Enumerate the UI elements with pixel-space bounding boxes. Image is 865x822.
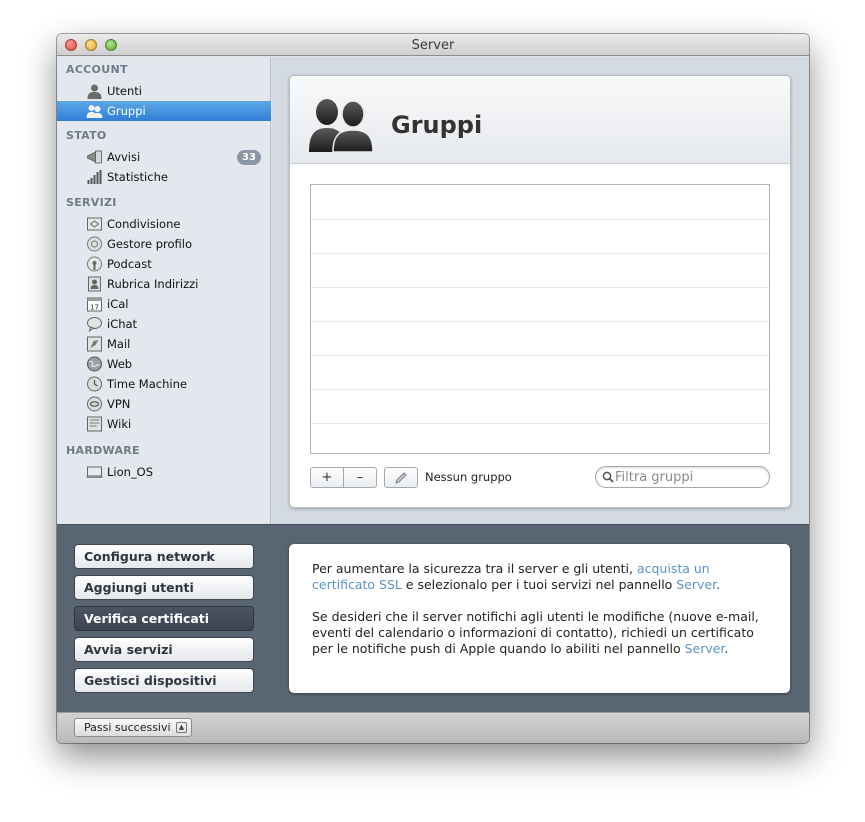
sidebar-item-label: Rubrica Indirizzi xyxy=(107,277,199,291)
sidebar-item[interactable]: Gestore profilo xyxy=(57,234,271,254)
file-sharing-icon xyxy=(87,217,102,231)
user-icon xyxy=(87,84,102,99)
sidebar-item-label: Gruppi xyxy=(107,104,146,118)
sidebar-item-label: Mail xyxy=(107,337,131,351)
remove-group-button[interactable]: – xyxy=(343,467,377,488)
main-content: Gruppi + – Nessun gruppo xyxy=(272,57,809,524)
sidebar-item-label: Wiki xyxy=(107,417,132,431)
alerts-count-badge: 33 xyxy=(237,150,261,165)
sidebar-item[interactable]: Lion_OS xyxy=(57,462,271,482)
vpn-icon xyxy=(87,396,102,412)
sidebar-item[interactable]: Rubrica Indirizzi xyxy=(57,274,271,294)
sidebar-item[interactable]: Wiki xyxy=(57,414,271,434)
sidebar-section-header: STATO xyxy=(66,129,107,142)
group-icon xyxy=(86,105,103,118)
group-silhouette-icon xyxy=(309,99,374,152)
server-computer-icon xyxy=(86,466,103,478)
info-paragraph-ssl: Per aumentare la sicurezza tra il server… xyxy=(312,561,767,593)
megaphone-icon xyxy=(87,150,102,164)
info-text: . xyxy=(724,641,729,656)
sidebar-item[interactable]: iChat xyxy=(57,314,271,334)
time-machine-icon xyxy=(87,376,102,392)
add-group-button[interactable]: + xyxy=(310,467,344,488)
list-row-separator xyxy=(311,219,769,220)
list-row-separator xyxy=(311,355,769,356)
sidebar-item[interactable]: Podcast xyxy=(57,254,271,274)
next-step-action-button[interactable]: Gestisci dispositivi xyxy=(74,668,254,693)
sidebar-item[interactable]: Time Machine xyxy=(57,374,271,394)
profile-manager-icon xyxy=(87,236,102,252)
sidebar-section-header: ACCOUNT xyxy=(66,63,128,76)
disclosure-caret-icon: ▲ xyxy=(176,722,187,733)
title-bar: Server xyxy=(57,34,809,56)
info-text: . xyxy=(716,577,721,592)
sidebar-item[interactable]: VPN xyxy=(57,394,271,414)
sidebar-item-label: Podcast xyxy=(107,257,152,271)
sidebar-item[interactable]: Avvisi 33 xyxy=(57,147,271,167)
sidebar-item-label: Statistiche xyxy=(107,170,168,184)
filter-groups-field[interactable] xyxy=(595,466,770,488)
calendar-icon: 17 xyxy=(87,297,102,312)
sidebar-item-label: Lion_OS xyxy=(107,465,154,479)
globe-icon xyxy=(87,356,102,372)
next-steps-toggle-button[interactable]: Passi successivi ▲ xyxy=(74,718,192,737)
server-panel-link-2[interactable]: Server xyxy=(685,641,725,656)
filter-groups-input[interactable] xyxy=(615,468,765,486)
chat-bubble-icon xyxy=(87,317,102,332)
podcast-icon xyxy=(87,256,102,272)
edit-group-button[interactable] xyxy=(384,467,418,488)
sidebar-section-header: SERVIZI xyxy=(66,196,117,209)
sidebar-item-label: Condivisione xyxy=(107,217,181,231)
groups-list[interactable] xyxy=(310,184,770,454)
sidebar: ACCOUNT Utenti Gruppi STATO Avvisi 33 Statisti… xyxy=(57,57,271,524)
info-paragraph-push: Se desideri che il server notifichi agli… xyxy=(312,609,767,657)
sidebar-item[interactable]: Statistiche xyxy=(57,167,271,187)
sidebar-item-label: Avvisi xyxy=(107,150,141,164)
pencil-icon xyxy=(395,472,407,484)
mail-icon xyxy=(87,336,102,352)
sidebar-item-label: Utenti xyxy=(107,84,142,98)
bottom-bar: Passi successivi ▲ xyxy=(57,712,809,743)
server-panel-link[interactable]: Server xyxy=(676,577,716,592)
sidebar-item[interactable]: Utenti xyxy=(57,81,271,101)
sidebar-item-label: iChat xyxy=(107,317,138,331)
next-step-action-button[interactable]: Configura network xyxy=(74,544,254,569)
sidebar-item[interactable]: 17 iCal xyxy=(57,294,271,314)
groups-panel: Gruppi + – Nessun gruppo xyxy=(289,75,791,508)
list-row-separator xyxy=(311,321,769,322)
page-title: Gruppi xyxy=(391,111,483,139)
groups-count-status: Nessun gruppo xyxy=(425,470,512,484)
sidebar-item-label: Web xyxy=(107,357,133,371)
info-text: e selezionalo per i tuoi servizi nel pan… xyxy=(401,577,677,592)
sidebar-item-label: Gestore profilo xyxy=(107,237,193,251)
sidebar-item[interactable]: Mail xyxy=(57,334,271,354)
next-steps-pane: Configura network Aggiungi utenti Verifica… xyxy=(57,524,809,712)
certificate-info-card: Per aumentare la sicurezza tra il server… xyxy=(289,544,790,693)
sidebar-item-label: iCal xyxy=(107,297,129,311)
sidebar-item[interactable]: Web xyxy=(57,354,271,374)
search-icon xyxy=(602,471,614,483)
list-row-separator xyxy=(311,423,769,424)
address-book-icon xyxy=(88,276,101,292)
info-text: Per aumentare la sicurezza tra il server… xyxy=(312,561,637,576)
sidebar-item[interactable]: Condivisione xyxy=(57,214,271,234)
next-step-action-button[interactable]: Aggiungi utenti xyxy=(74,575,254,600)
sidebar-section-header: HARDWARE xyxy=(66,444,140,457)
window-title: Server xyxy=(411,38,455,53)
sidebar-item-label: VPN xyxy=(107,397,131,411)
svg-text:17: 17 xyxy=(90,304,99,312)
panel-header: Gruppi xyxy=(290,76,790,164)
list-row-separator xyxy=(311,287,769,288)
bar-chart-icon xyxy=(87,170,102,184)
server-window: Server ACCOUNT Utenti Gruppi STATO Avvisi 33 S… xyxy=(57,34,809,743)
next-step-action-button[interactable]: Avvia servizi xyxy=(74,637,254,662)
next-step-action-button[interactable]: Verifica certificati xyxy=(74,606,254,631)
list-row-separator xyxy=(311,253,769,254)
sidebar-item-label: Time Machine xyxy=(107,377,187,391)
sidebar-item[interactable]: Gruppi xyxy=(57,101,271,121)
list-row-separator xyxy=(311,389,769,390)
next-steps-label: Passi successivi xyxy=(84,721,171,734)
wiki-icon xyxy=(87,416,102,432)
